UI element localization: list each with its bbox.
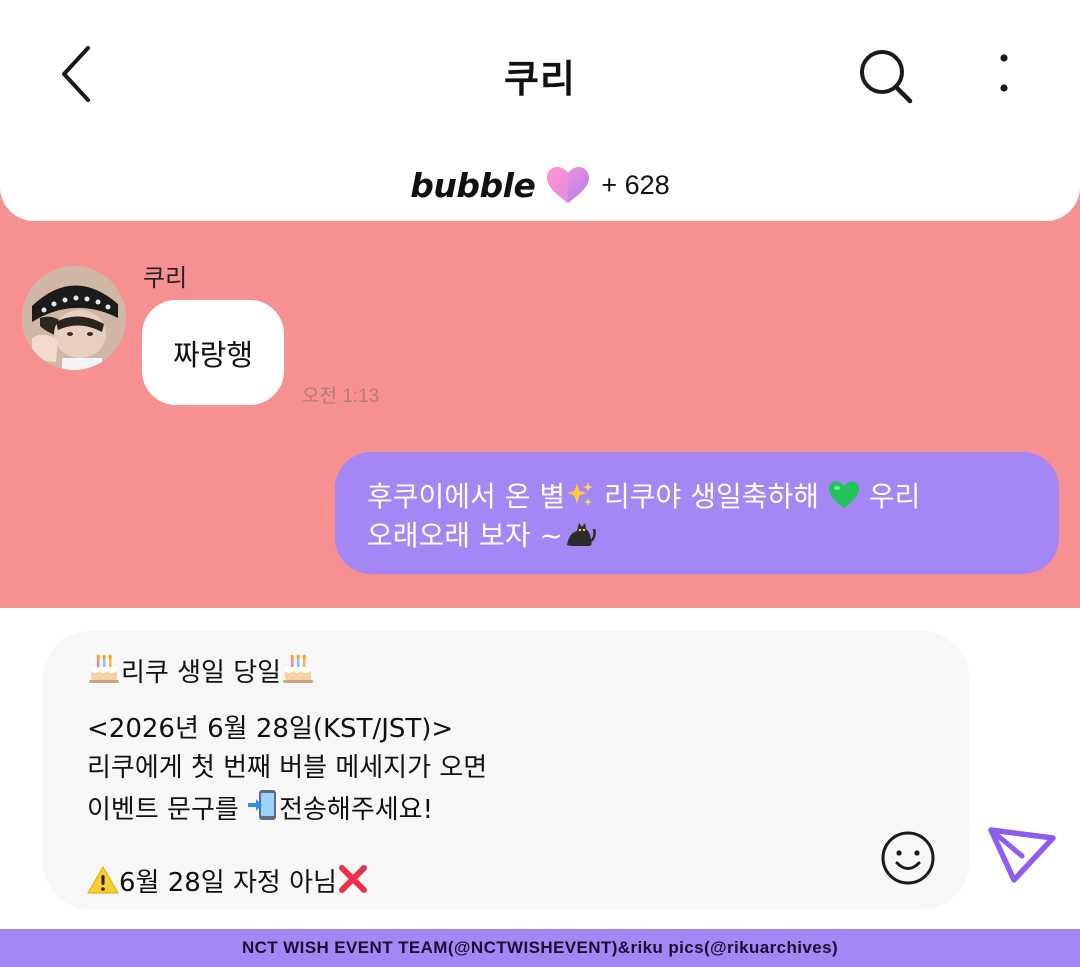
credit-footer: NCT WISH EVENT TEAM(@NCTWISHEVENT)&riku … [0, 929, 1080, 967]
outgoing-message[interactable]: 후쿠이에서 온 별 리쿠야 생일축하해 우리 오래오래 보자 ~ [335, 452, 1059, 574]
composer-warning-text: 6월 28일 자정 아님 [119, 868, 337, 898]
sparkles-icon [567, 482, 594, 506]
composer-text-part: 이벤트 문구를 [87, 795, 248, 825]
composer-line-3: 리쿠에게 첫 번째 버블 메세지가 오면 [87, 753, 488, 783]
heart-icon [547, 167, 590, 203]
more-options-button[interactable] [984, 44, 1024, 104]
incoming-message[interactable]: 짜랑행 [142, 300, 284, 405]
send-button[interactable] [988, 826, 1056, 884]
bubble-brand-row: bubble + 628 [0, 160, 1080, 210]
more-vertical-icon [1000, 54, 1008, 92]
outgoing-text: 후쿠이에서 온 별 [367, 480, 566, 513]
composer-line-4: 이벤트 문구를 전송해주세요! [87, 788, 847, 827]
smile-icon [881, 831, 935, 885]
composer-line-1: 리쿠 생일 당일 [87, 651, 847, 690]
composer-heading: 리쿠 생일 당일 [121, 658, 282, 688]
emoji-button[interactable] [880, 830, 936, 886]
phone-arrow-icon [248, 790, 277, 820]
black-cat-icon [566, 523, 596, 546]
bubble-logo-text: bubble [410, 165, 536, 205]
sender-name: 쿠리 [143, 264, 188, 292]
warning-icon [87, 865, 119, 894]
outgoing-text: 리쿠야 생일축하해 [595, 480, 828, 513]
composer-line-5: 6월 28일 자정 아님 [87, 863, 847, 902]
send-icon [988, 827, 1056, 883]
cake-icon [283, 654, 314, 683]
outgoing-text: 우리 [859, 480, 921, 513]
follower-count: + 628 [601, 169, 670, 200]
avatar-photo [22, 266, 126, 370]
composer-line-2: <2026년 6월 28일(KST/JST)> [87, 714, 454, 744]
composer-text[interactable]: 리쿠 생일 당일 <2026년 6월 28일(KST/JST)> 리쿠에게 첫 … [87, 651, 847, 902]
credit-text: NCT WISH EVENT TEAM(@NCTWISHEVENT)&riku … [241, 938, 839, 957]
top-bar: 쿠리 bubble + 628 [0, 0, 1080, 221]
outgoing-line-1: 후쿠이에서 온 별 리쿠야 생일축하해 우리 [367, 478, 1029, 515]
search-button[interactable] [850, 42, 920, 112]
green-heart-icon [828, 481, 859, 508]
cross-mark-icon [338, 865, 367, 893]
cake-icon [89, 654, 119, 683]
search-icon [860, 50, 913, 104]
outgoing-text: 오래오래 보자 ~ [367, 519, 563, 552]
avatar[interactable] [22, 266, 126, 370]
outgoing-line-2: 오래오래 보자 ~ [367, 515, 1029, 554]
message-timestamp: 오전 1:13 [302, 386, 380, 407]
incoming-message-text: 짜랑행 [172, 337, 254, 372]
composer-text-part: 전송해주세요! [279, 795, 434, 825]
